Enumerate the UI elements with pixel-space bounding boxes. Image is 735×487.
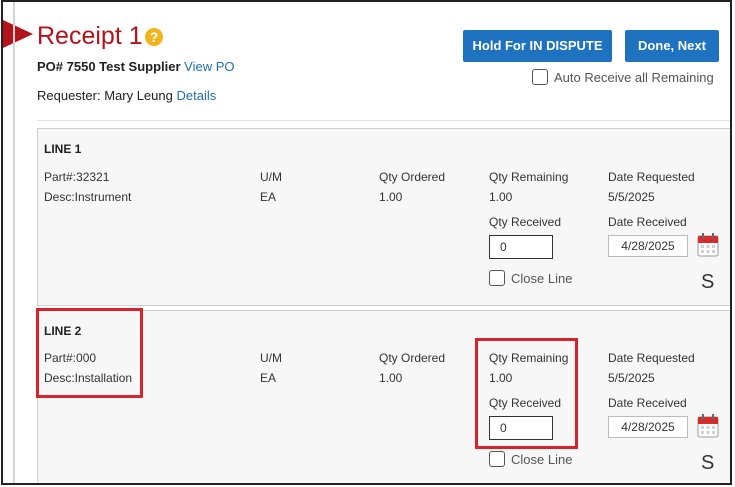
um-value: EA bbox=[260, 190, 277, 204]
hold-in-dispute-button[interactable]: Hold For IN DISPUTE bbox=[463, 30, 612, 62]
um-value: EA bbox=[260, 371, 277, 385]
done-next-button[interactable]: Done, Next bbox=[625, 30, 719, 62]
help-icon[interactable]: ? bbox=[145, 28, 163, 46]
requester-info: Requester: Mary Leung Details bbox=[37, 88, 216, 104]
receipt-panel: Receipt 1 ? PO# 7550 Test Supplier View … bbox=[1, 0, 732, 485]
po-number: PO# 7550 Test Supplier bbox=[37, 59, 181, 74]
header-divider bbox=[37, 120, 730, 121]
close-line-label: Close Line bbox=[511, 271, 573, 286]
status-letter: S bbox=[701, 271, 715, 293]
part-number: Part#:32321 bbox=[44, 170, 110, 184]
auto-receive-label: Auto Receive all Remaining bbox=[554, 70, 714, 85]
qty-ordered-value: 1.00 bbox=[379, 371, 403, 385]
qty-received-input[interactable]: 0 bbox=[489, 235, 553, 259]
date-received-header: Date Received bbox=[608, 215, 687, 229]
close-line-checkbox[interactable] bbox=[489, 451, 505, 467]
auto-receive-checkbox[interactable] bbox=[532, 69, 548, 85]
left-divider bbox=[13, 2, 15, 483]
date-received-header: Date Received bbox=[608, 396, 687, 410]
date-requested-value: 5/5/2025 bbox=[608, 190, 655, 204]
view-po-link[interactable]: View PO bbox=[184, 59, 234, 74]
highlight-box-qty bbox=[475, 338, 578, 449]
status-letter: S bbox=[701, 452, 715, 474]
qty-remaining-header: Qty Remaining bbox=[489, 170, 569, 184]
qty-ordered-value: 1.00 bbox=[379, 190, 403, 204]
qty-ordered-header: Qty Ordered bbox=[379, 351, 446, 365]
page-title: Receipt 1 bbox=[37, 22, 143, 50]
date-requested-header: Date Requested bbox=[608, 170, 695, 184]
line-label: LINE 1 bbox=[44, 142, 82, 156]
details-link[interactable]: Details bbox=[176, 88, 216, 103]
receipt-line-1: LINE 1 Part#:32321 Desc:Instrument U/M E… bbox=[37, 128, 730, 306]
date-received-input[interactable]: 4/28/2025 bbox=[608, 416, 688, 438]
highlight-box-line-info bbox=[36, 308, 143, 398]
date-received-input[interactable]: 4/28/2025 bbox=[608, 235, 688, 257]
auto-receive-option[interactable]: Auto Receive all Remaining bbox=[532, 69, 714, 87]
date-requested-value: 5/5/2025 bbox=[608, 371, 655, 385]
calendar-icon[interactable] bbox=[697, 233, 719, 257]
qty-received-header: Qty Received bbox=[489, 215, 562, 229]
um-header: U/M bbox=[260, 351, 282, 365]
requester-label: Requester: Mary Leung bbox=[37, 88, 173, 103]
po-info: PO# 7550 Test Supplier View PO bbox=[37, 59, 235, 75]
qty-remaining-value: 1.00 bbox=[489, 190, 513, 204]
date-requested-header: Date Requested bbox=[608, 351, 695, 365]
um-header: U/M bbox=[260, 170, 282, 184]
active-receipt-marker-icon bbox=[3, 20, 33, 48]
part-description: Desc:Instrument bbox=[44, 190, 132, 204]
calendar-icon[interactable] bbox=[697, 414, 719, 438]
qty-ordered-header: Qty Ordered bbox=[379, 170, 446, 184]
close-line-checkbox[interactable] bbox=[489, 270, 505, 286]
close-line-option[interactable]: Close Line bbox=[489, 451, 572, 469]
close-line-label: Close Line bbox=[511, 452, 573, 467]
close-line-option[interactable]: Close Line bbox=[489, 270, 572, 288]
